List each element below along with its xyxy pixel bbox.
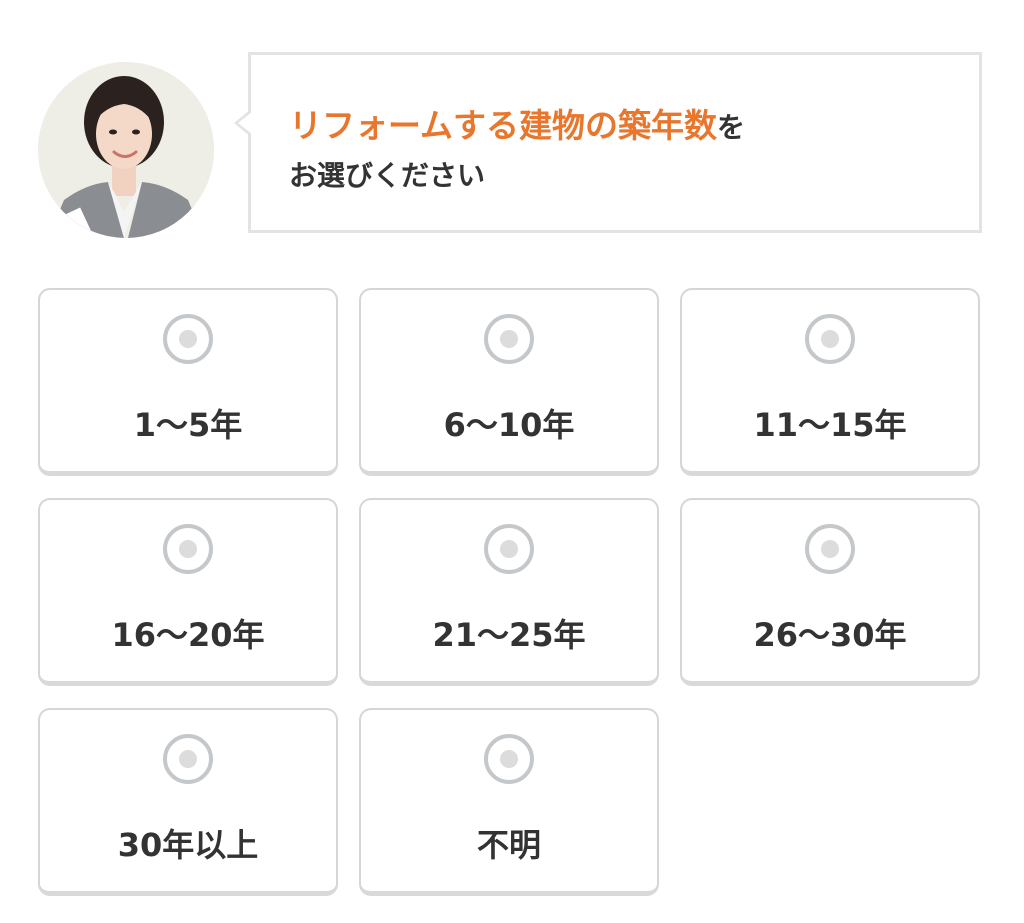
option-label: 30年以上	[117, 826, 259, 864]
option-26-30-years[interactable]: 26〜30年	[680, 498, 980, 686]
option-6-10-years[interactable]: 6〜10年	[359, 288, 659, 476]
question-highlight: リフォームする建物の築年数	[289, 106, 718, 145]
radio-dot	[500, 750, 518, 768]
radio-dot	[821, 330, 839, 348]
radio-icon[interactable]	[484, 524, 534, 574]
radio-icon[interactable]	[805, 524, 855, 574]
option-label: 26〜30年	[753, 616, 907, 654]
question-suffix: を	[717, 111, 746, 144]
radio-dot	[500, 330, 518, 348]
radio-dot	[179, 330, 197, 348]
option-over-30-years[interactable]: 30年以上	[38, 708, 338, 896]
question-text: リフォームする建物の築年数を お選びください	[289, 101, 745, 197]
page: リフォームする建物の築年数を お選びください 1〜5年 6〜10年 11〜15年…	[0, 0, 1024, 923]
radio-icon[interactable]	[163, 734, 213, 784]
bubble-tail	[234, 109, 252, 137]
option-unknown[interactable]: 不明	[359, 708, 659, 896]
option-label: 1〜5年	[133, 406, 243, 444]
question-line-2: お選びください	[289, 158, 486, 192]
option-label: 11〜15年	[753, 406, 907, 444]
option-label: 16〜20年	[111, 616, 265, 654]
radio-dot	[821, 540, 839, 558]
question-bubble: リフォームする建物の築年数を お選びください	[234, 52, 982, 233]
radio-dot	[500, 540, 518, 558]
option-21-25-years[interactable]: 21〜25年	[359, 498, 659, 686]
radio-dot	[179, 750, 197, 768]
question-line-1: リフォームする建物の築年数を	[289, 101, 745, 151]
operator-avatar-icon	[38, 62, 214, 238]
radio-dot	[179, 540, 197, 558]
option-label: 6〜10年	[443, 406, 575, 444]
radio-icon[interactable]	[484, 734, 534, 784]
option-1-5-years[interactable]: 1〜5年	[38, 288, 338, 476]
radio-icon[interactable]	[163, 314, 213, 364]
option-16-20-years[interactable]: 16〜20年	[38, 498, 338, 686]
radio-icon[interactable]	[484, 314, 534, 364]
age-options-grid: 1〜5年 6〜10年 11〜15年 16〜20年 21〜25年 26〜30年 3…	[38, 288, 980, 896]
option-label: 21〜25年	[432, 616, 586, 654]
option-11-15-years[interactable]: 11〜15年	[680, 288, 980, 476]
radio-icon[interactable]	[163, 524, 213, 574]
option-label: 不明	[476, 826, 541, 864]
radio-icon[interactable]	[805, 314, 855, 364]
